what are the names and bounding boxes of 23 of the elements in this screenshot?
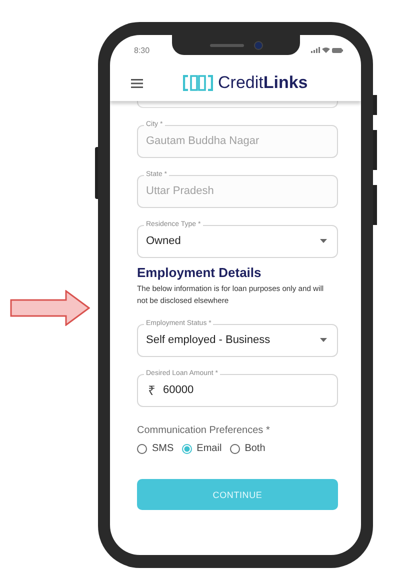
logo-icon (183, 75, 213, 91)
radio-button[interactable] (230, 444, 240, 454)
caret-icon (320, 239, 327, 243)
radio-label[interactable]: SMS (152, 443, 174, 454)
status-time: 8:30 (134, 46, 150, 54)
signal-icon (311, 47, 320, 53)
field-value: Uttar Pradesh (146, 185, 215, 197)
battery-icon (332, 48, 343, 52)
wifi-icon (322, 47, 330, 53)
field-value: Self employed - Business (146, 334, 272, 346)
radio-label[interactable]: Both (244, 443, 266, 454)
group-label: Communication Preferences * (137, 425, 271, 436)
logo-text: CreditLinks (218, 73, 308, 93)
radio-label[interactable]: Email (196, 443, 222, 454)
field-value: 60000 (163, 384, 195, 396)
section-heading: Employment Details (137, 265, 262, 280)
caret-icon (320, 338, 327, 342)
currency-symbol: ₹ (148, 382, 155, 399)
menu-icon[interactable] (131, 78, 143, 88)
field-value: Owned (146, 235, 182, 247)
radio-button[interactable] (182, 444, 192, 454)
field-value: Gautam Buddha Nagar (146, 135, 260, 147)
radio-button[interactable] (137, 444, 147, 454)
